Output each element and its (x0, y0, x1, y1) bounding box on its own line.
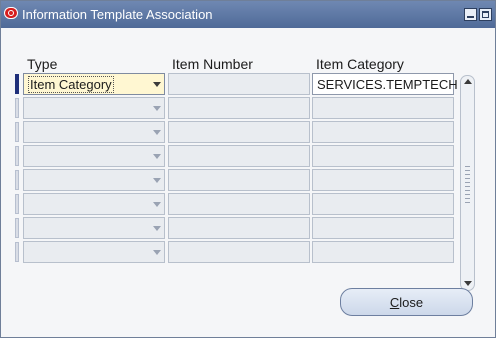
chevron-down-icon[interactable] (153, 202, 161, 207)
item-number-field[interactable] (168, 121, 310, 143)
item-number-field[interactable] (168, 145, 310, 167)
type-select[interactable] (23, 97, 165, 119)
record-indicator[interactable] (15, 98, 19, 118)
chevron-down-icon[interactable] (153, 130, 161, 135)
table-row (15, 97, 457, 119)
type-select[interactable] (23, 145, 165, 167)
record-indicator[interactable] (15, 170, 19, 190)
type-select[interactable]: Item Category (23, 73, 165, 95)
table-row (15, 169, 457, 191)
close-mnemonic: C (389, 295, 400, 310)
item-category-field[interactable] (312, 97, 454, 119)
dialog-window: Information Template Association Type It… (0, 0, 496, 338)
table-row: Item Category SERVICES.TEMPTECH (15, 73, 458, 95)
table-row (15, 241, 457, 263)
item-number-field[interactable] (168, 241, 310, 263)
item-category-field[interactable] (312, 217, 454, 239)
type-select[interactable] (23, 241, 165, 263)
table-row (15, 145, 457, 167)
item-category-field[interactable] (312, 241, 454, 263)
scroll-thumb-grip[interactable] (465, 166, 470, 206)
item-number-field[interactable] (168, 217, 310, 239)
item-category-value: SERVICES.TEMPTECH (317, 77, 458, 92)
scroll-up-arrow-icon[interactable] (464, 79, 472, 84)
scroll-down-arrow-icon[interactable] (464, 281, 472, 286)
record-indicator[interactable] (15, 242, 19, 262)
item-category-field[interactable] (312, 169, 454, 191)
item-category-field[interactable]: SERVICES.TEMPTECH (312, 73, 458, 95)
type-value: Item Category (28, 76, 114, 93)
column-header-item-category: Item Category (316, 56, 404, 72)
type-select[interactable] (23, 121, 165, 143)
oracle-icon (4, 7, 18, 19)
window-title: Information Template Association (22, 7, 213, 22)
item-number-field[interactable] (168, 73, 310, 95)
table-row (15, 193, 457, 215)
type-select[interactable] (23, 217, 165, 239)
minimize-button[interactable] (464, 8, 477, 21)
column-header-type: Type (27, 56, 58, 72)
item-category-field[interactable] (312, 121, 454, 143)
chevron-down-icon[interactable] (153, 154, 161, 159)
chevron-down-icon[interactable] (153, 82, 161, 87)
column-header-item-number: Item Number (172, 56, 253, 72)
close-label-rest: lose (399, 295, 424, 310)
close-button[interactable]: Close (340, 288, 473, 316)
table-row (15, 217, 457, 239)
vertical-scrollbar[interactable] (460, 75, 475, 291)
item-category-field[interactable] (312, 145, 454, 167)
chevron-down-icon[interactable] (153, 106, 161, 111)
item-number-field[interactable] (168, 193, 310, 215)
type-select[interactable] (23, 169, 165, 191)
chevron-down-icon[interactable] (153, 178, 161, 183)
record-indicator[interactable] (15, 218, 19, 238)
title-bar[interactable]: Information Template Association (1, 1, 495, 28)
item-category-field[interactable] (312, 193, 454, 215)
maximize-button[interactable] (479, 8, 492, 21)
record-indicator[interactable] (15, 146, 19, 166)
type-select[interactable] (23, 193, 165, 215)
table-row (15, 121, 457, 143)
chevron-down-icon[interactable] (153, 226, 161, 231)
item-number-field[interactable] (168, 169, 310, 191)
close-button-label: Close (341, 295, 472, 310)
chevron-down-icon[interactable] (153, 250, 161, 255)
current-record-indicator[interactable] (15, 74, 19, 94)
record-indicator[interactable] (15, 122, 19, 142)
item-number-field[interactable] (168, 97, 310, 119)
record-indicator[interactable] (15, 194, 19, 214)
